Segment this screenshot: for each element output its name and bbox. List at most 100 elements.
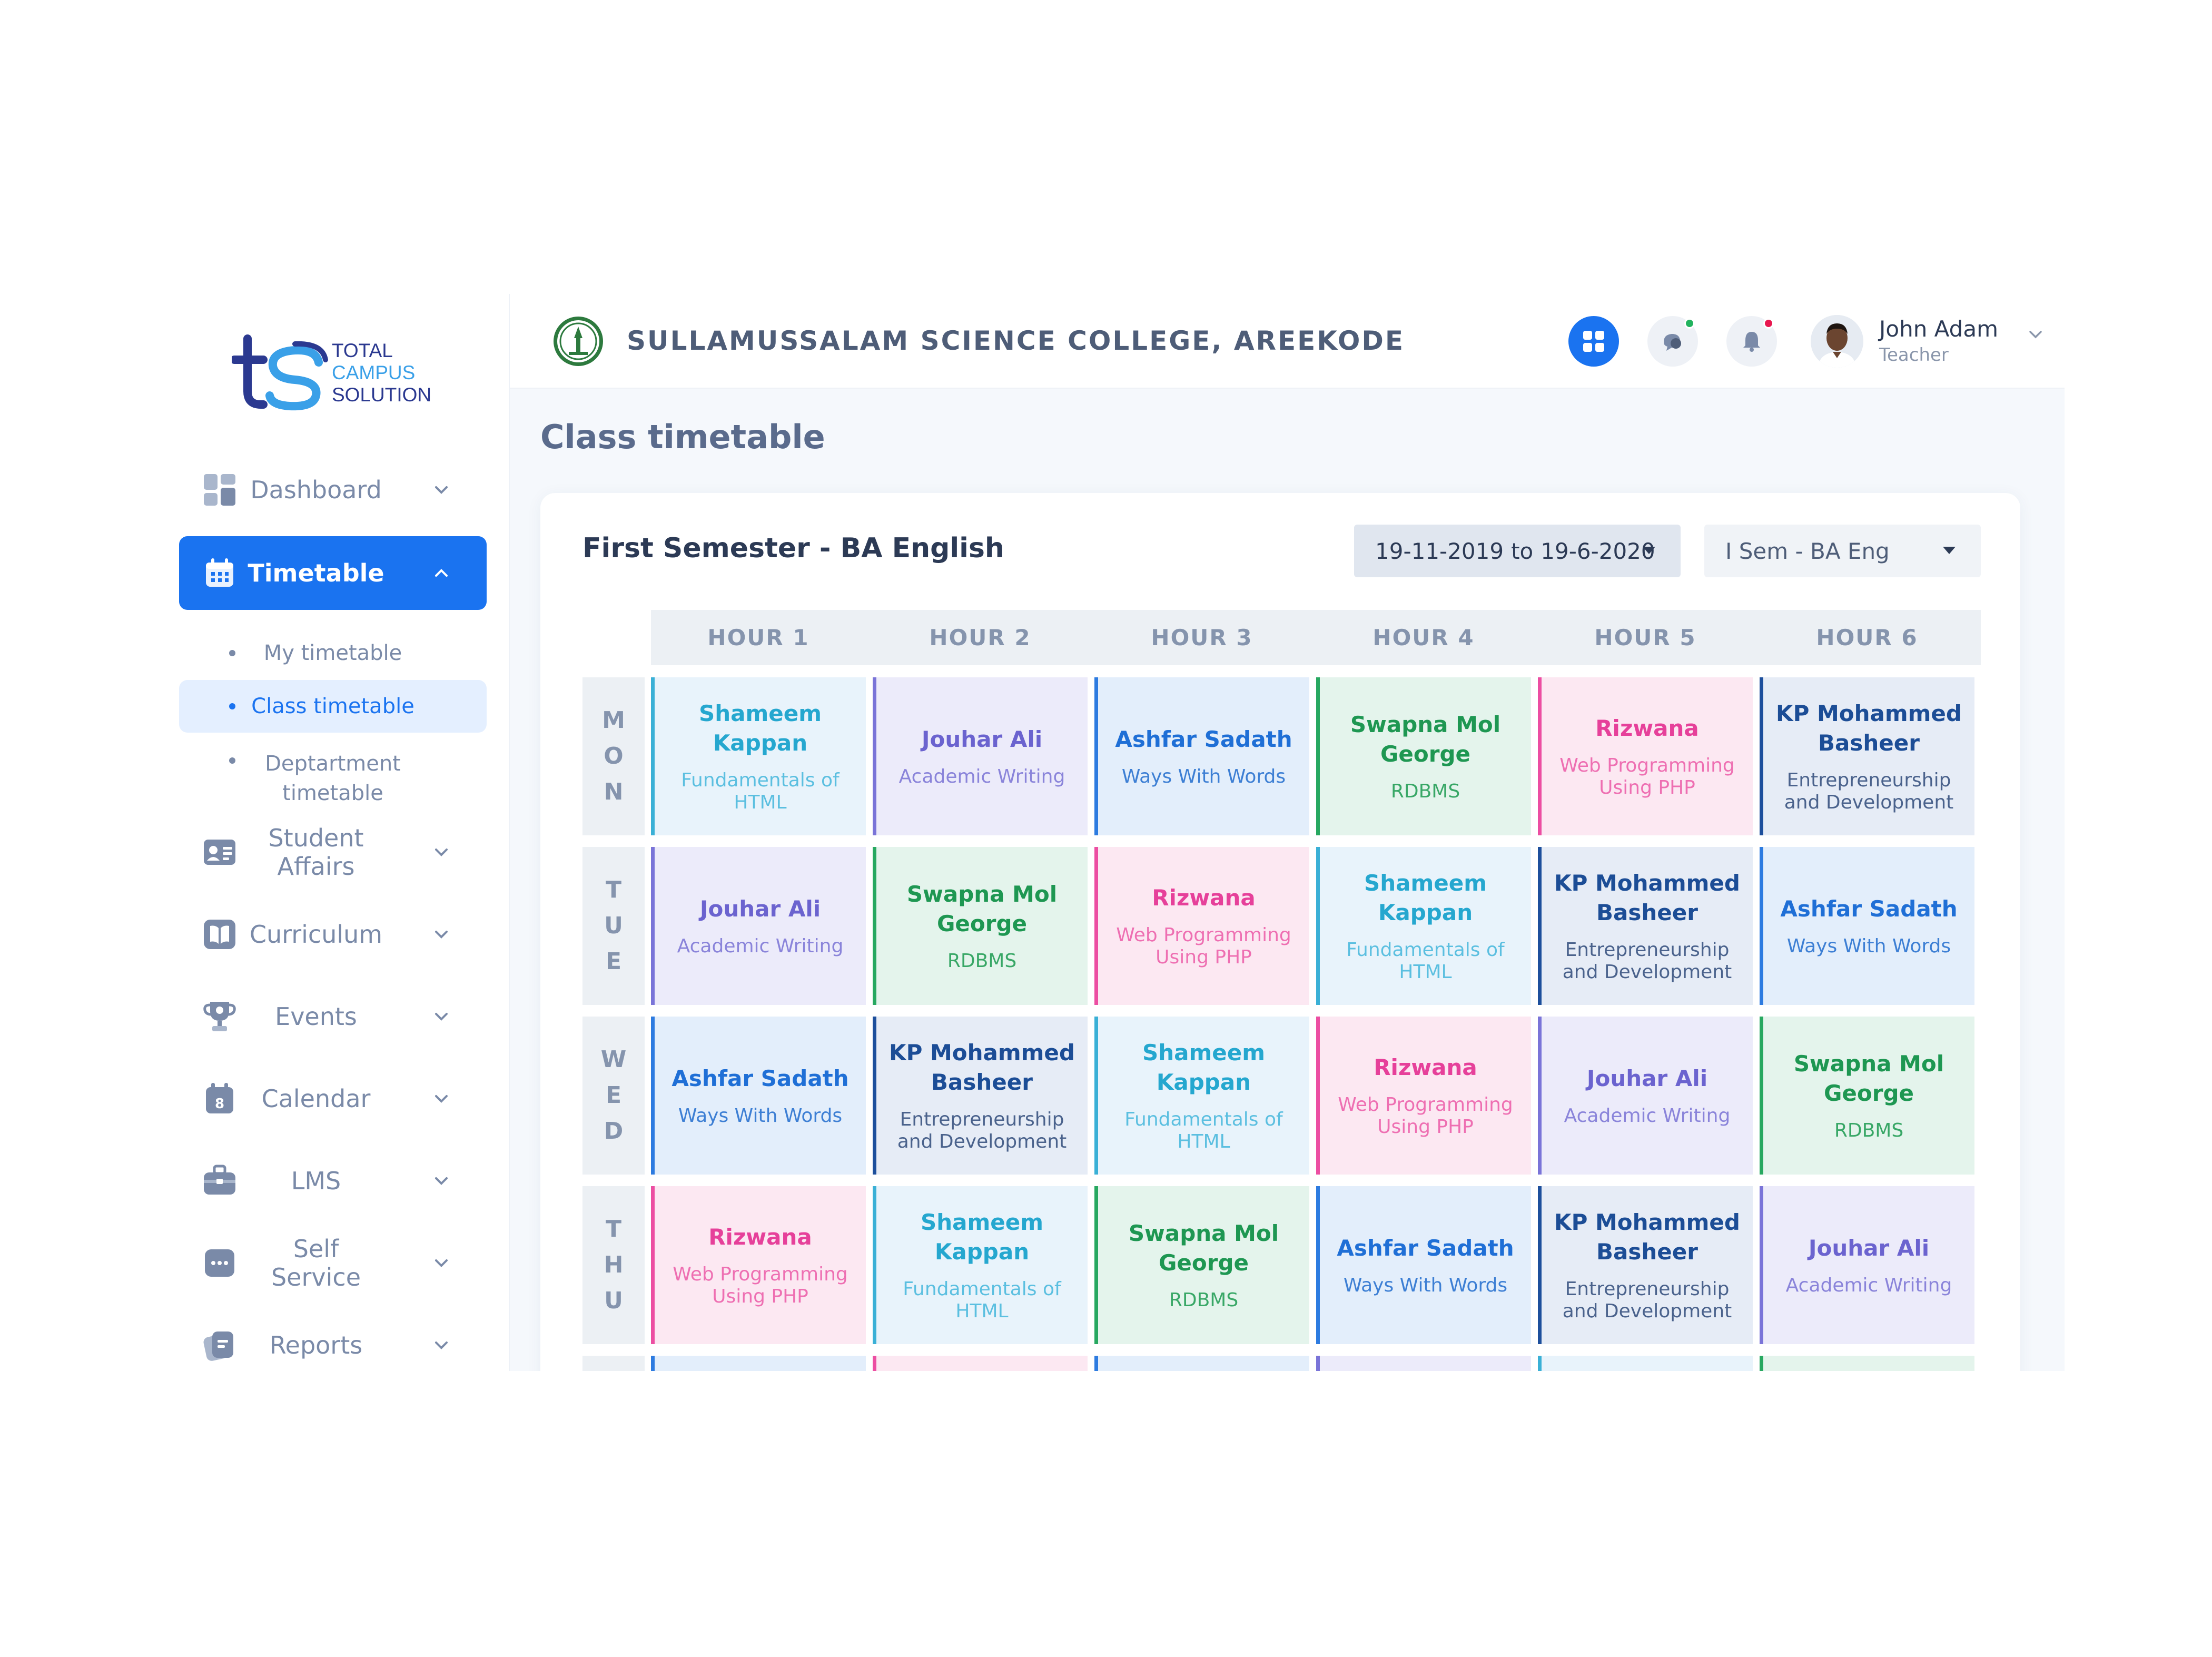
teacher-name: Ashfar Sadath (1115, 726, 1292, 752)
teacher-name: Ashfar Sadath (1780, 896, 1958, 922)
timetable-slot[interactable]: Jouhar Ali Academic Writing (873, 677, 1088, 835)
sidebar-item-student-affairs[interactable]: Student Affairs (179, 815, 509, 889)
subject-name: RDBMS (1390, 781, 1460, 802)
logo-line-solution: SOLUTION (332, 384, 432, 406)
sidebar: TOTAL CAMPUS SOLUTION Dashboard Timetabl… (179, 294, 509, 1371)
logo-text: TOTAL CAMPUS SOLUTION (332, 340, 431, 406)
sidebar-item-label: Timetable (248, 559, 384, 587)
teacher-name: Ashfar Sadath (671, 1066, 849, 1091)
chevron-up-icon (435, 569, 448, 577)
subject-name: Ways With Words (1343, 1275, 1508, 1296)
timetable-slot[interactable] (873, 1356, 1088, 1371)
sidebar-item-timetable[interactable]: Timetable (179, 536, 487, 610)
timetable-slot[interactable] (1316, 1356, 1531, 1371)
timetable-slot[interactable]: Swapna Mol George RDBMS (1316, 677, 1531, 835)
day-letter: H (604, 1251, 624, 1278)
timetable-slot[interactable]: Rizwana Web Programming Using PHP (1538, 677, 1753, 835)
bullet-icon (229, 703, 235, 709)
calendar-icon: 8 (203, 1082, 236, 1116)
timetable-slot[interactable]: Swapna Mol George RDBMS (1760, 1017, 1974, 1175)
app-window: TOTAL CAMPUS SOLUTION Dashboard Timetabl… (179, 294, 2065, 1371)
sidebar-item-dashboard[interactable]: Dashboard (179, 453, 509, 527)
timetable-slot[interactable] (651, 1356, 866, 1371)
day-letter: U (604, 1287, 623, 1314)
day-letter: W (600, 1046, 627, 1073)
sidebar-item-self-service[interactable]: Self Service (179, 1226, 509, 1300)
timetable-slot[interactable]: Rizwana Web Programming Using PHP (1316, 1017, 1531, 1175)
day-letter: T (605, 876, 621, 903)
timetable-slot[interactable]: KP Mohammed Basheer Entrepreneurship and … (1538, 1186, 1753, 1344)
timetable-slot[interactable] (1538, 1356, 1753, 1371)
day-letter: E (605, 1082, 622, 1109)
timetable-slot[interactable]: Swapna Mol George RDBMS (1094, 1186, 1309, 1344)
date-range-select[interactable]: 19-11-2019 to 19-6-2020 (1354, 525, 1681, 577)
book-icon (203, 918, 236, 951)
bullet-icon (229, 757, 235, 764)
subject-name: Web Programming Using PHP (1338, 1094, 1513, 1138)
caret-down-icon (1643, 547, 1655, 554)
sidebar-item-calendar[interactable]: 8 Calendar (179, 1062, 509, 1136)
timetable-slot[interactable]: Shameem Kappan Fundamentals of HTML (873, 1186, 1088, 1344)
timetable-slot[interactable]: KP Mohammed Basheer Entrepreneurship and … (1538, 847, 1753, 1005)
sidebar-item-label: LMS (291, 1167, 341, 1195)
apps-grid-button[interactable] (1568, 316, 1619, 367)
timetable-slot[interactable]: Ashfar Sadath Ways With Words (651, 1017, 866, 1175)
timetable-slot[interactable]: Shameem Kappan Fundamentals of HTML (1316, 847, 1531, 1005)
day-label: THU (582, 1186, 645, 1344)
subject-name: Fundamentals of HTML (681, 770, 840, 813)
timetable-slot[interactable]: Jouhar Ali Academic Writing (1538, 1017, 1753, 1175)
timetable-slot[interactable]: Ashfar Sadath Ways With Words (1760, 847, 1974, 1005)
sidebar-item-lms[interactable]: LMS (179, 1144, 509, 1218)
teacher-name: Rizwana (708, 1224, 812, 1250)
chevron-down-icon (435, 1013, 448, 1021)
timetable-slot[interactable]: KP Mohammed Basheer Entrepreneurship and … (873, 1017, 1088, 1175)
day-label: MON (582, 677, 645, 835)
teacher-name: KP Mohammed Basheer (889, 1040, 1075, 1095)
timetable-slot[interactable] (1094, 1356, 1309, 1371)
bell-icon (1743, 332, 1760, 352)
timetable-slot[interactable]: Rizwana Web Programming Using PHP (651, 1186, 866, 1344)
sidebar-item-curriculum[interactable]: Curriculum (179, 897, 509, 971)
avatar[interactable] (1811, 315, 1863, 368)
subject-name: Entrepreneurship and Development (1562, 939, 1732, 983)
subnav-my-timetable[interactable]: My timetable (179, 632, 487, 674)
subnav-department-timetable[interactable]: Deptartment timetable (179, 747, 487, 810)
date-from: 19-11-2019 (1375, 538, 1504, 564)
timetable-slot[interactable]: KP Mohammed Basheer Entrepreneurship and … (1760, 677, 1974, 835)
app-logo[interactable]: TOTAL CAMPUS SOLUTION (230, 333, 432, 412)
day-letter: N (604, 778, 624, 805)
chevron-down-icon (435, 1342, 448, 1349)
subject-name: Ways With Words (678, 1105, 843, 1127)
timetable-slot[interactable]: Shameem Kappan Fundamentals of HTML (651, 677, 866, 835)
id-card-icon (203, 835, 236, 869)
timetable-slot[interactable] (1760, 1356, 1974, 1371)
timetable-slot[interactable]: Jouhar Ali Academic Writing (1760, 1186, 1974, 1344)
semester-select[interactable]: I Sem - BA Eng (1704, 525, 1981, 577)
user-name[interactable]: John Adam (1879, 316, 1998, 342)
teacher-name: Jouhar Ali (699, 896, 821, 922)
subject-name: Web Programming Using PHP (673, 1264, 848, 1307)
briefcase-icon (203, 1164, 236, 1198)
hours-header-row: HOUR 1 HOUR 2 HOUR 3 HOUR 4 HOUR 5 HOUR 6 (651, 610, 1981, 665)
teacher-name: KP Mohammed Basheer (1776, 701, 1962, 756)
sidebar-item-reports[interactable]: Reports (179, 1308, 509, 1371)
timetable-slot[interactable]: Ashfar Sadath Ways With Words (1316, 1186, 1531, 1344)
timetable-slot[interactable]: Swapna Mol George RDBMS (873, 847, 1088, 1005)
user-role: Teacher (1879, 344, 1949, 366)
notifications-button[interactable] (1726, 316, 1777, 367)
timetable-slot[interactable]: Ashfar Sadath Ways With Words (1094, 677, 1309, 835)
messages-button[interactable] (1647, 316, 1698, 367)
sidebar-item-events[interactable]: Events (179, 980, 509, 1053)
timetable-slot[interactable]: Rizwana Web Programming Using PHP (1094, 847, 1309, 1005)
teacher-name: Shameem Kappan (1364, 870, 1487, 925)
teacher-name: Rizwana (1152, 885, 1256, 911)
timetable-slot[interactable]: Shameem Kappan Fundamentals of HTML (1094, 1017, 1309, 1175)
notification-dot (1763, 318, 1774, 329)
chevron-down-icon[interactable] (2027, 326, 2045, 343)
subnav-class-timetable[interactable]: Class timetable (179, 680, 487, 733)
timetable-slot[interactable]: Jouhar Ali Academic Writing (651, 847, 866, 1005)
college-emblem-icon (552, 315, 605, 368)
teacher-name: Shameem Kappan (699, 701, 822, 756)
day-letter: D (604, 1118, 624, 1145)
subject-name: Ways With Words (1121, 766, 1286, 787)
